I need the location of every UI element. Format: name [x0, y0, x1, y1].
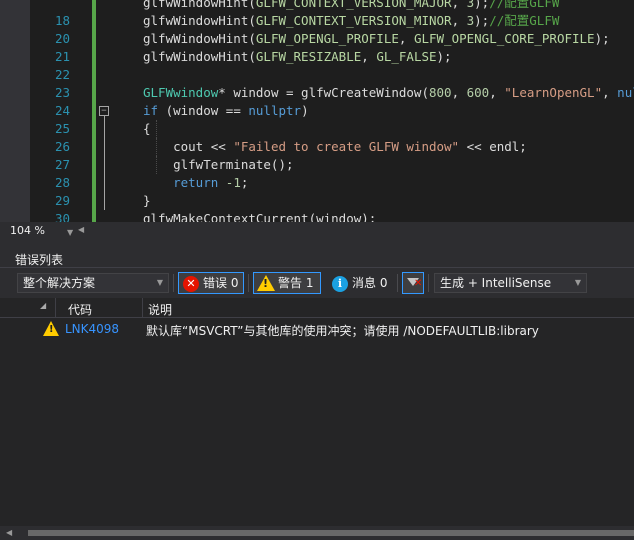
scope-value: 整个解决方案: [23, 276, 96, 290]
code-line[interactable]: 24 if (window == nullptr) −: [0, 102, 634, 120]
scroll-left-icon[interactable]: ◀: [6, 528, 12, 537]
change-indicator: [92, 30, 96, 48]
scrollbar-thumb[interactable]: [28, 530, 634, 536]
line-number: 20: [54, 31, 70, 46]
change-indicator: [92, 138, 96, 156]
code-line[interactable]: glfwWindowHint(GLFW_CONTEXT_VERSION_MAJO…: [0, 0, 634, 12]
warnings-count-label: 警告 1: [278, 276, 314, 290]
code-line[interactable]: 23 GLFWwindow* window = glfwCreateWindow(…: [0, 84, 634, 102]
code-text: glfwTerminate();: [143, 157, 294, 172]
line-number: 26: [54, 139, 70, 154]
column-description[interactable]: 说明: [148, 301, 172, 318]
panel-title-bar: 错误列表: [0, 248, 634, 268]
code-editor[interactable]: glfwWindowHint(GLFW_CONTEXT_VERSION_MAJO…: [0, 0, 634, 222]
error-icon: ✕: [183, 276, 199, 292]
code-line[interactable]: 21 glfwWindowHint(GLFW_RESIZABLE, GL_FALS…: [0, 48, 634, 66]
build-source-value: 生成 + IntelliSense: [440, 276, 552, 290]
code-text: glfwWindowHint(GLFW_CONTEXT_VERSION_MINO…: [143, 13, 560, 28]
sort-icon[interactable]: ◢: [40, 301, 46, 310]
code-text: }: [143, 193, 151, 208]
change-indicator: [92, 66, 96, 84]
scope-dropdown[interactable]: 整个解决方案 ▼: [17, 273, 169, 293]
table-row[interactable]: ! LNK4098 默认库“MSVCRT”与其他库的使用冲突；请使用 /NODE…: [0, 319, 634, 339]
code-text: glfwWindowHint(GLFW_RESIZABLE, GL_FALSE)…: [143, 49, 452, 64]
toolbar-separator: [173, 274, 174, 292]
messages-filter-button[interactable]: i 消息 0: [327, 272, 393, 294]
messages-count-label: 消息 0: [352, 276, 388, 290]
indent-guide: [156, 120, 157, 138]
build-source-dropdown[interactable]: 生成 + IntelliSense ▼: [434, 273, 587, 293]
code-text: if (window == nullptr): [143, 103, 309, 118]
splitter[interactable]: [0, 240, 634, 248]
fold-line: [104, 116, 105, 210]
error-list-toolbar: 整个解决方案 ▼ ✕ 错误 0 ! 警告 1 i 消息 0 ✕ 生成 + Int…: [0, 268, 634, 298]
toolbar-separator: [248, 274, 249, 292]
chevron-down-icon: ▼: [574, 278, 581, 287]
code-text: {: [143, 121, 151, 136]
change-indicator: [92, 174, 96, 192]
line-number: 21: [54, 49, 70, 64]
scroll-left-icon[interactable]: ◀: [78, 225, 84, 234]
line-number: 23: [54, 85, 70, 100]
change-indicator: [92, 102, 96, 120]
warning-icon: !: [257, 275, 275, 291]
chevron-down-icon: ▼: [67, 228, 74, 237]
line-number: 24: [54, 103, 70, 118]
warnings-filter-button[interactable]: ! 警告 1: [253, 272, 321, 294]
toolbar-separator: [397, 274, 398, 292]
line-number: 25: [54, 121, 70, 136]
code-line[interactable]: 20 glfwWindowHint(GLFW_OPENGL_PROFILE, GL…: [0, 30, 634, 48]
code-text: glfwMakeContextCurrent(window);: [143, 211, 377, 222]
error-list-panel: 错误列表 整个解决方案 ▼ ✕ 错误 0 ! 警告 1 i 消息 0 ✕ 生成 …: [0, 248, 634, 540]
column-code[interactable]: 代码: [68, 301, 92, 318]
code-line[interactable]: 29}: [0, 192, 634, 210]
column-divider[interactable]: [55, 298, 56, 318]
line-number: 22: [54, 67, 70, 82]
panel-title: 错误列表: [15, 253, 64, 267]
change-indicator: [92, 156, 96, 174]
code-line[interactable]: 30 glfwMakeContextCurrent(window);: [0, 210, 634, 222]
line-number: 30: [54, 211, 70, 222]
editor-status-strip: 104 % ▼ ◀: [0, 222, 634, 240]
column-header: ◢ 代码 说明: [0, 298, 634, 318]
line-number: 18: [54, 13, 70, 28]
zoom-level: 104 %: [10, 224, 45, 237]
change-indicator: [92, 84, 96, 102]
column-divider[interactable]: [142, 298, 143, 318]
line-number: 27: [54, 157, 70, 172]
errors-count-label: 错误 0: [203, 276, 239, 290]
info-icon: i: [332, 276, 348, 292]
change-indicator: [92, 12, 96, 30]
code-line[interactable]: 28 return -1;: [0, 174, 634, 192]
code-text: return -1;: [173, 175, 249, 190]
clear-icon: ✕: [414, 278, 423, 289]
change-indicator: [92, 0, 96, 12]
code-text: cout << "Failed to create GLFW window" <…: [143, 139, 527, 154]
code-line[interactable]: 27 glfwTerminate();: [0, 156, 634, 174]
change-indicator: [92, 120, 96, 138]
horizontal-scrollbar[interactable]: ◀: [0, 526, 634, 540]
code-text: GLFWwindow* window = glfwCreateWindow(80…: [143, 85, 634, 100]
error-description: 默认库“MSVCRT”与其他库的使用冲突；请使用 /NODEFAULTLIB:l…: [146, 324, 539, 338]
code-line[interactable]: 25 {: [0, 120, 634, 138]
code-line[interactable]: 26 cout << "Failed to create GLFW window…: [0, 138, 634, 156]
toolbar-separator: [428, 274, 429, 292]
zoom-dropdown[interactable]: 104 % ▼: [10, 223, 74, 239]
code-text: glfwWindowHint(GLFW_OPENGL_PROFILE, GLFW…: [143, 31, 610, 46]
filter-toggle-button[interactable]: ✕: [402, 272, 424, 294]
errors-filter-button[interactable]: ✕ 错误 0: [178, 272, 244, 294]
error-code-link[interactable]: LNK4098: [65, 322, 119, 336]
code-line[interactable]: 22: [0, 66, 634, 84]
chevron-down-icon: ▼: [156, 278, 163, 287]
change-indicator: [92, 48, 96, 66]
line-number: 29: [54, 193, 70, 208]
change-indicator: [92, 210, 96, 222]
code-line[interactable]: 18 glfwWindowHint(GLFW_CONTEXT_VERSION_MI…: [0, 12, 634, 30]
line-number: 28: [54, 175, 70, 190]
change-indicator: [92, 192, 96, 210]
code-text: glfwWindowHint(GLFW_CONTEXT_VERSION_MAJO…: [143, 0, 560, 10]
warning-icon: !: [43, 321, 59, 336]
collapse-icon[interactable]: −: [99, 106, 109, 116]
panel-left-gutter: [0, 318, 12, 526]
